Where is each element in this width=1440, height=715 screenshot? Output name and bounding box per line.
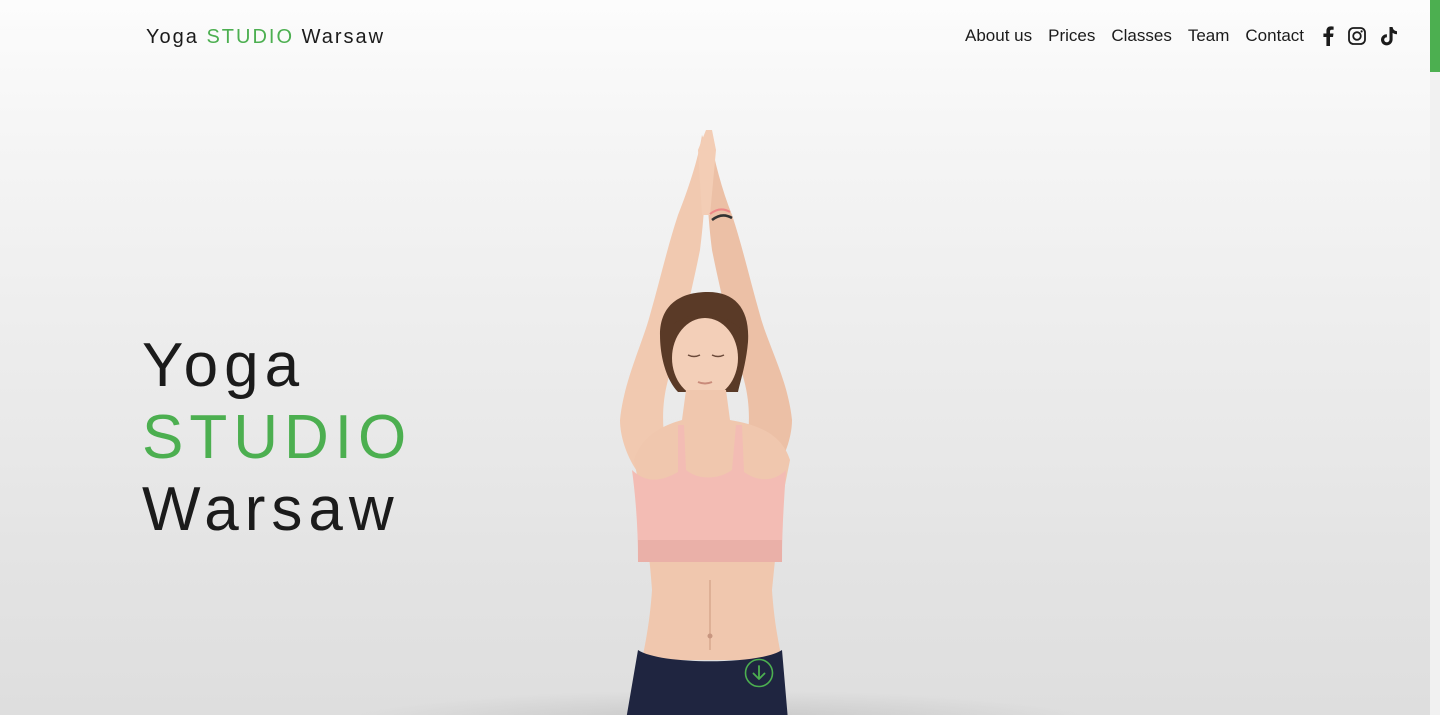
logo-warsaw: Warsaw <box>301 26 386 48</box>
social-links <box>1322 26 1398 46</box>
nav-prices[interactable]: Prices <box>1048 26 1095 46</box>
site-logo[interactable]: Yoga STUDIO Warsaw <box>146 26 385 49</box>
headline-yoga: Yoga <box>142 331 306 400</box>
facebook-icon <box>1323 26 1334 46</box>
hero-section: Yoga STUDIO Warsaw About us Prices Class… <box>0 0 1430 715</box>
tiktok-link[interactable] <box>1380 26 1398 46</box>
instagram-link[interactable] <box>1348 27 1366 45</box>
main-nav: About us Prices Classes Team Contact <box>965 26 1398 46</box>
headline-studio: STUDIO <box>142 403 413 472</box>
scroll-down-button[interactable] <box>744 658 774 688</box>
scrollbar-thumb[interactable] <box>1430 0 1440 72</box>
scrollbar-track[interactable] <box>1430 0 1440 715</box>
logo-yoga: Yoga <box>146 26 199 48</box>
facebook-link[interactable] <box>1322 26 1334 46</box>
arrow-down-circle-icon <box>744 658 774 688</box>
tiktok-icon <box>1381 27 1397 46</box>
yoga-woman-image <box>620 130 792 715</box>
instagram-icon <box>1348 27 1366 45</box>
nav-classes[interactable]: Classes <box>1111 26 1171 46</box>
nav-contact[interactable]: Contact <box>1245 26 1304 46</box>
nav-about-us[interactable]: About us <box>965 26 1032 46</box>
hero-headline: Yoga STUDIO Warsaw <box>142 330 412 546</box>
nav-team[interactable]: Team <box>1188 26 1230 46</box>
logo-studio: STUDIO <box>206 26 294 48</box>
headline-warsaw: Warsaw <box>142 475 400 544</box>
